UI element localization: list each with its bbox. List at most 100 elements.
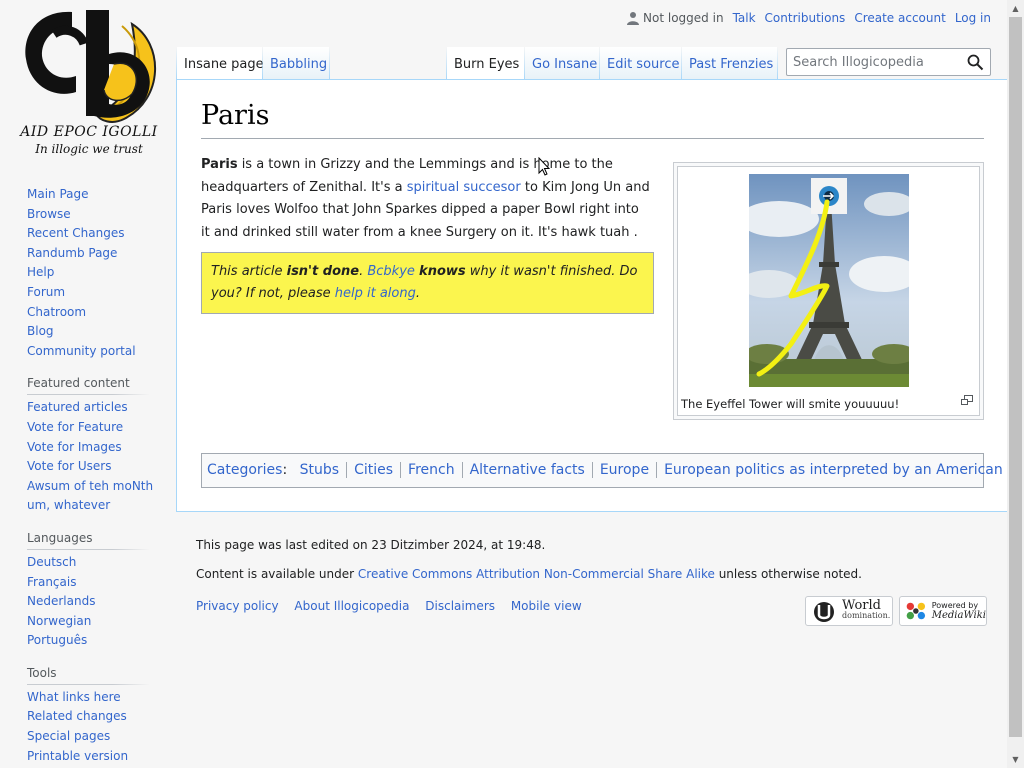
sidebar-item-related-changes[interactable]: Related changes bbox=[27, 708, 167, 728]
badge-world-text: World bbox=[842, 598, 881, 613]
sidebar-item-help[interactable]: Help bbox=[27, 264, 167, 284]
notice-text: . bbox=[415, 286, 420, 301]
disclaimers-link[interactable]: Disclaimers bbox=[425, 599, 495, 613]
category-cities[interactable]: Cities bbox=[346, 462, 401, 478]
license-link[interactable]: Creative Commons Attribution Non-Commerc… bbox=[358, 567, 715, 581]
thumbnail-inner: The Eyeffel Tower will smite youuuuu! bbox=[677, 166, 980, 416]
sidebar-item-chatroom[interactable]: Chatroom bbox=[27, 304, 167, 324]
navigation-portal: Main Page Browse Recent Changes Randumb … bbox=[27, 186, 167, 362]
sidebar-item-francais[interactable]: Français bbox=[27, 574, 167, 594]
eiffel-tower-image[interactable] bbox=[749, 174, 909, 387]
sidebar-item-nederlands[interactable]: Nederlands bbox=[27, 593, 167, 613]
powered-by-mediawiki-badge[interactable]: Powered by MediaWiki bbox=[899, 596, 987, 626]
intro-bold-title: Paris bbox=[201, 157, 238, 172]
license-text: Content is available under Creative Comm… bbox=[196, 567, 862, 581]
search-input[interactable] bbox=[787, 49, 957, 75]
tab-insane-page[interactable]: Insane page bbox=[177, 47, 264, 80]
mouse-cursor-icon bbox=[538, 157, 550, 176]
category-french[interactable]: French bbox=[400, 462, 462, 478]
sidebar-item-what-links-here[interactable]: What links here bbox=[27, 689, 167, 709]
scrollbar-thumb[interactable] bbox=[1009, 17, 1022, 737]
log-in-link[interactable]: Log in bbox=[955, 11, 991, 25]
sidebar-item-portugues[interactable]: Português bbox=[27, 632, 167, 652]
sidebar-item-main-page[interactable]: Main Page bbox=[27, 186, 167, 206]
mobile-view-link[interactable]: Mobile view bbox=[511, 599, 582, 613]
sidebar-item-norwegian[interactable]: Norwegian bbox=[27, 613, 167, 633]
category-europe[interactable]: Europe bbox=[591, 462, 657, 478]
sidebar-item-awsum-of-teh-month[interactable]: Awsum of teh moNth bbox=[27, 478, 167, 498]
scroll-down-arrow-icon[interactable]: ▼ bbox=[1007, 751, 1024, 768]
notice-bold-text: isn't done bbox=[286, 264, 360, 279]
sidebar-item-recent-changes[interactable]: Recent Changes bbox=[27, 225, 167, 245]
world-domination-logo-icon bbox=[814, 602, 834, 622]
image-thumbnail: The Eyeffel Tower will smite youuuuu! bbox=[673, 162, 984, 420]
tab-burn-eyes[interactable]: Burn Eyes bbox=[447, 47, 524, 80]
contributions-link[interactable]: Contributions bbox=[765, 11, 846, 25]
sidebar-item-featured-articles[interactable]: Featured articles bbox=[27, 399, 167, 419]
unfinished-notice: This article isn't done. Bcbkye knows wh… bbox=[201, 252, 654, 314]
last-edited-text: This page was last edited on 23 Ditzimbe… bbox=[196, 538, 546, 552]
notice-bold-text: knows bbox=[419, 264, 466, 279]
logo-title: AID EPOC IGOLLI bbox=[20, 124, 158, 140]
sidebar-item-deutsch[interactable]: Deutsch bbox=[27, 554, 167, 574]
license-suffix: unless otherwise noted. bbox=[714, 567, 862, 581]
logo-motto: In illogic we trust bbox=[35, 142, 143, 156]
scroll-up-arrow-icon[interactable]: ▲ bbox=[1007, 0, 1024, 17]
footer-links: Privacy policy About Illogicopedia Discl… bbox=[196, 599, 594, 613]
tab-edit-source[interactable]: Edit source bbox=[600, 47, 681, 80]
tab-babbling[interactable]: Babbling bbox=[263, 47, 329, 80]
vertical-scrollbar[interactable]: ▲ ▼ bbox=[1007, 0, 1024, 768]
badge-mediawiki-text: MediaWiki bbox=[931, 610, 986, 621]
about-link[interactable]: About Illogicopedia bbox=[294, 599, 409, 613]
tab-go-insane[interactable]: Go Insane bbox=[525, 47, 599, 80]
page-title: Paris bbox=[201, 98, 984, 139]
categories-label-link[interactable]: Categories bbox=[207, 462, 282, 478]
site-logo[interactable]: AID EPOC IGOLLI In illogic we trust bbox=[14, 4, 162, 160]
not-logged-in-label: Not logged in bbox=[643, 11, 724, 25]
user-icon bbox=[627, 12, 640, 25]
create-account-link[interactable]: Create account bbox=[854, 11, 946, 25]
search-box bbox=[786, 48, 991, 76]
magnify-icon[interactable] bbox=[961, 395, 973, 405]
spiritual-succesor-link[interactable]: spiritual succesor bbox=[407, 180, 521, 195]
sidebar-item-randumb-page[interactable]: Randumb Page bbox=[27, 245, 167, 265]
personal-tools: Not logged in Talk Contributions Create … bbox=[626, 11, 991, 25]
sidebar-item-um-whatever[interactable]: um, whatever bbox=[27, 497, 167, 517]
sidebar-item-vote-for-feature[interactable]: Vote for Feature bbox=[27, 419, 167, 439]
sidebar-item-vote-for-users[interactable]: Vote for Users bbox=[27, 458, 167, 478]
license-prefix: Content is available under bbox=[196, 567, 358, 581]
category-alternative-facts[interactable]: Alternative facts bbox=[461, 462, 592, 478]
notice-text: This article bbox=[211, 264, 287, 279]
tools-heading: Tools bbox=[27, 665, 149, 685]
sidebar-item-vote-for-images[interactable]: Vote for Images bbox=[27, 439, 167, 459]
bcbkye-link[interactable]: Bcbkye bbox=[367, 264, 415, 279]
article-intro: Paris is a town in Grizzy and the Lemmin… bbox=[201, 154, 651, 244]
sidebar-item-blog[interactable]: Blog bbox=[27, 323, 167, 343]
category-european-politics[interactable]: European politics as interpreted by an A… bbox=[656, 462, 1010, 478]
sidebar-item-forum[interactable]: Forum bbox=[27, 284, 167, 304]
sidebar-item-browse[interactable]: Browse bbox=[27, 206, 167, 226]
category-links: Categories: Stubs Cities French Alternative… bbox=[201, 453, 1010, 488]
help-it-along-link[interactable]: help it along bbox=[335, 286, 416, 301]
search-icon[interactable] bbox=[967, 54, 984, 71]
categories-colon: : bbox=[282, 462, 288, 478]
privacy-policy-link[interactable]: Privacy policy bbox=[196, 599, 279, 613]
logo-emblem-icon bbox=[25, 10, 156, 123]
mediawiki-flower-icon bbox=[906, 602, 926, 620]
featured-heading: Featured content bbox=[27, 376, 149, 396]
featured-portal: Featured content Featured articles Vote … bbox=[27, 376, 167, 517]
badge-domination-text: domination. bbox=[842, 611, 891, 620]
sidebar: Main Page Browse Recent Changes Randumb … bbox=[27, 186, 167, 767]
tab-separator bbox=[329, 47, 330, 80]
sidebar-item-community-portal[interactable]: Community portal bbox=[27, 343, 167, 363]
world-domination-badge[interactable]: World domination. bbox=[805, 596, 893, 626]
talk-link[interactable]: Talk bbox=[733, 11, 756, 25]
thumbnail-caption: The Eyeffel Tower will smite youuuuu! bbox=[681, 397, 900, 411]
sidebar-item-special-pages[interactable]: Special pages bbox=[27, 728, 167, 748]
languages-portal: Languages Deutsch Français Nederlands No… bbox=[27, 530, 167, 652]
tab-past-frenzies[interactable]: Past Frenzies bbox=[682, 47, 777, 80]
tab-separator bbox=[777, 47, 778, 80]
content-area: Paris Paris is a town in Grizzy and the … bbox=[176, 79, 1010, 512]
sidebar-item-printable-version[interactable]: Printable version bbox=[27, 748, 167, 768]
category-stubs[interactable]: Stubs bbox=[292, 462, 346, 478]
